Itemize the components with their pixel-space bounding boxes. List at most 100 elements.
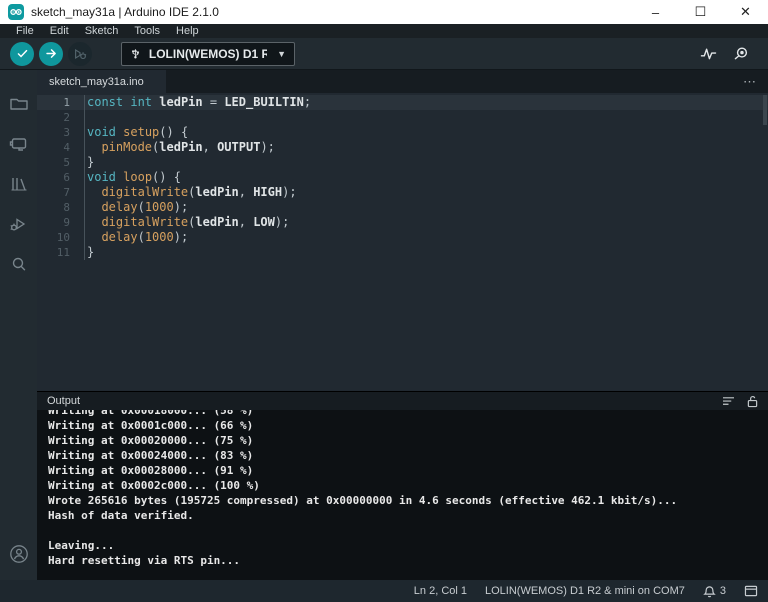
- usb-icon: [130, 47, 141, 60]
- bug-play-icon: [9, 215, 29, 233]
- code-line-8[interactable]: 8 delay(1000);: [37, 200, 768, 215]
- line-number: 8: [37, 200, 70, 215]
- tab-bar: sketch_may31a.ino ⋯: [37, 70, 768, 93]
- arrow-right-icon: [45, 47, 58, 60]
- line-number: 5: [37, 155, 70, 170]
- serial-monitor-button[interactable]: [733, 46, 750, 61]
- output-line: Writing at 0x00020000... (75 %): [48, 433, 768, 448]
- output-line: Writing at 0x00024000... (83 %): [48, 448, 768, 463]
- code-text: digitalWrite(ledPin, LOW);: [70, 215, 289, 230]
- output-line: Writing at 0x00028000... (91 %): [48, 463, 768, 478]
- sidebar-item-boards-manager[interactable]: [0, 124, 37, 164]
- serial-monitor-icon: [733, 46, 750, 61]
- code-editor[interactable]: 1const int ledPin = LED_BUILTIN;23void s…: [37, 93, 768, 391]
- main-area: sketch_may31a.ino ⋯ 1const int ledPin = …: [0, 70, 768, 580]
- code-line-1[interactable]: 1const int ledPin = LED_BUILTIN;: [37, 95, 768, 110]
- chevron-down-icon: ▼: [277, 49, 286, 59]
- editor-scrollbar[interactable]: [763, 95, 767, 125]
- debug-icon: [73, 47, 87, 61]
- sidebar-item-debug[interactable]: [0, 204, 37, 244]
- maximize-button[interactable]: ☐: [678, 0, 723, 24]
- code-line-11[interactable]: 11}: [37, 245, 768, 260]
- line-number: 4: [37, 140, 70, 155]
- toolbar-right: [700, 46, 758, 61]
- sidebar-item-sketchbook[interactable]: [0, 84, 37, 124]
- tab-overflow-menu[interactable]: ⋯: [731, 70, 768, 93]
- debug-button[interactable]: [68, 42, 92, 66]
- output-console[interactable]: Writing at 0x00018000... (58 %)Writing a…: [37, 410, 768, 580]
- code-text: void setup() {: [70, 125, 188, 140]
- sidebar-item-search[interactable]: [0, 244, 37, 284]
- title-bar: sketch_may31a | Arduino IDE 2.1.0 – ☐ ✕: [0, 0, 768, 24]
- arduino-logo-icon: [8, 4, 24, 20]
- account-icon: [8, 543, 30, 565]
- menu-tools[interactable]: Tools: [126, 24, 168, 38]
- folder-icon: [9, 95, 29, 113]
- line-number: 2: [37, 110, 70, 125]
- status-bar: Ln 2, Col 1 LOLIN(WEMOS) D1 R2 & mini on…: [0, 580, 768, 602]
- verify-button[interactable]: [10, 42, 34, 66]
- code-line-7[interactable]: 7 digitalWrite(ledPin, HIGH);: [37, 185, 768, 200]
- output-line: Writing at 0x0002c000... (100 %): [48, 478, 768, 493]
- board-selector-label: LOLIN(WEMOS) D1 R2 ...: [149, 47, 267, 61]
- upload-button[interactable]: [39, 42, 63, 66]
- tab-sketch-ino[interactable]: sketch_may31a.ino: [37, 70, 166, 93]
- notifications[interactable]: 3: [703, 585, 726, 598]
- code-line-4[interactable]: 4 pinMode(ledPin, OUTPUT);: [37, 140, 768, 155]
- check-icon: [16, 47, 29, 60]
- code-text: digitalWrite(ledPin, HIGH);: [70, 185, 297, 200]
- menu-help[interactable]: Help: [168, 24, 207, 38]
- activity-sidebar: [0, 70, 37, 580]
- line-number: 1: [37, 95, 70, 110]
- indent-guide: [84, 95, 85, 260]
- output-line: [48, 523, 768, 538]
- code-line-10[interactable]: 10 delay(1000);: [37, 230, 768, 245]
- menu-edit[interactable]: Edit: [42, 24, 77, 38]
- output-actions: [722, 395, 758, 408]
- code-line-3[interactable]: 3void setup() {: [37, 125, 768, 140]
- line-number: 7: [37, 185, 70, 200]
- output-title: Output: [47, 395, 80, 407]
- editor-content: sketch_may31a.ino ⋯ 1const int ledPin = …: [37, 70, 768, 580]
- board-icon: [9, 135, 29, 153]
- arduino-ide-window: sketch_may31a | Arduino IDE 2.1.0 – ☐ ✕ …: [0, 0, 768, 602]
- code-text: delay(1000);: [70, 200, 188, 215]
- toggle-panel[interactable]: [744, 585, 758, 597]
- notification-count: 3: [720, 585, 726, 597]
- output-line: Writing at 0x00018000... (58 %): [48, 410, 768, 418]
- lock-open-icon: [747, 395, 758, 408]
- output-line: Writing at 0x0001c000... (66 %): [48, 418, 768, 433]
- line-number: 6: [37, 170, 70, 185]
- menu-sketch[interactable]: Sketch: [77, 24, 127, 38]
- window-controls: – ☐ ✕: [633, 0, 768, 24]
- code-line-9[interactable]: 9 digitalWrite(ledPin, LOW);: [37, 215, 768, 230]
- lock-autoscroll-button[interactable]: [747, 395, 758, 408]
- code-line-2[interactable]: 2: [37, 110, 768, 125]
- window-title: sketch_may31a | Arduino IDE 2.1.0: [31, 5, 219, 19]
- line-number: 9: [37, 215, 70, 230]
- close-button[interactable]: ✕: [723, 0, 768, 24]
- cursor-position[interactable]: Ln 2, Col 1: [414, 585, 467, 597]
- serial-plotter-icon: [700, 46, 717, 61]
- code-line-5[interactable]: 5}: [37, 155, 768, 170]
- menu-file[interactable]: File: [8, 24, 42, 38]
- bell-icon: [703, 585, 716, 598]
- output-line: Wrote 265616 bytes (195725 compressed) a…: [48, 493, 768, 508]
- toolbar: LOLIN(WEMOS) D1 R2 ... ▼: [0, 38, 768, 70]
- sidebar-item-account[interactable]: [0, 534, 37, 574]
- clear-output-button[interactable]: [722, 396, 735, 407]
- code-text: pinMode(ledPin, OUTPUT);: [70, 140, 275, 155]
- board-port-status[interactable]: LOLIN(WEMOS) D1 R2 & mini on COM7: [485, 585, 685, 597]
- sidebar-item-library-manager[interactable]: [0, 164, 37, 204]
- board-selector[interactable]: LOLIN(WEMOS) D1 R2 ... ▼: [121, 42, 295, 66]
- code-line-6[interactable]: 6void loop() {: [37, 170, 768, 185]
- code-text: const int ledPin = LED_BUILTIN;: [70, 95, 311, 110]
- panel-icon: [744, 585, 758, 597]
- line-number: 3: [37, 125, 70, 140]
- minimize-button[interactable]: –: [633, 0, 678, 24]
- output-header: Output: [37, 392, 768, 410]
- books-icon: [9, 175, 29, 193]
- code-lines: 1const int ledPin = LED_BUILTIN;23void s…: [37, 95, 768, 260]
- serial-plotter-button[interactable]: [700, 46, 717, 61]
- line-number: 10: [37, 230, 70, 245]
